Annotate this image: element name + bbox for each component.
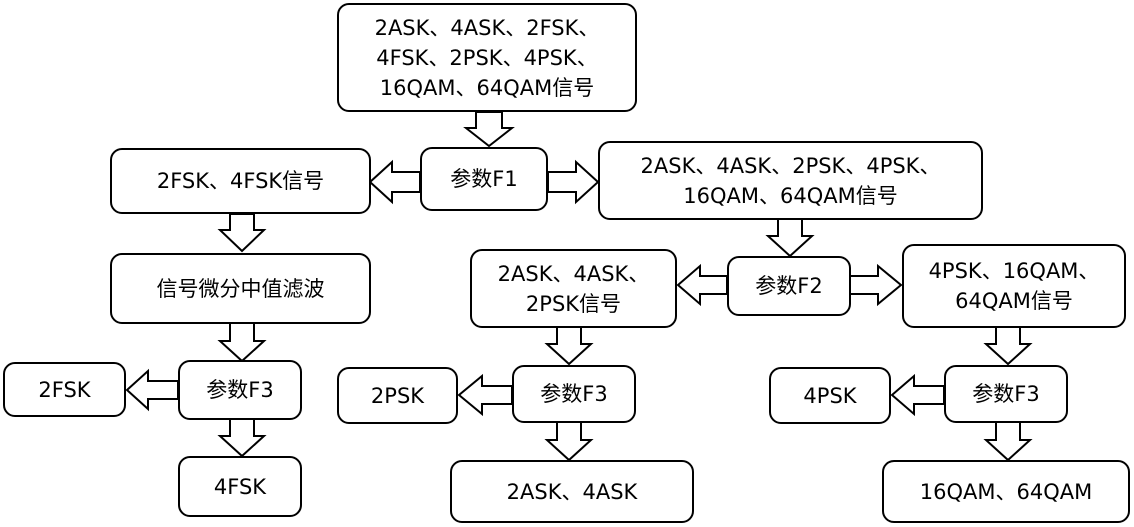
node-label: 4PSK、16QAM、 64QAM信号 [928,259,1100,313]
down-arrow [983,326,1033,366]
out-2ask-4ask-node: 2ASK、4ASK [450,460,694,523]
node-label: 参数F3 [540,382,608,406]
other-group-node: 2ASK、4ASK、2PSK、4PSK、 16QAM、64QAM信号 [598,141,983,220]
node-label: 2FSK、4FSK信号 [156,169,325,193]
param-f3-right-node: 参数F3 [944,365,1068,423]
filter-node: 信号微分中值滤波 [110,253,371,324]
node-label: 4PSK [803,383,857,408]
out-4psk-node: 4PSK [769,367,891,424]
ask-psk-group-node: 2ASK、4ASK、 2PSK信号 [470,249,677,328]
node-label: 2FSK [38,377,91,402]
left-arrow [125,368,179,412]
down-arrow [463,111,515,148]
node-label: 2ASK、4ASK、 2PSK信号 [497,261,650,316]
out-2psk-node: 2PSK [337,367,458,424]
node-label: 参数F3 [206,378,274,402]
out-16qam-64qam-node: 16QAM、64QAM [882,460,1130,523]
down-arrow [217,322,267,363]
input-signals-node: 2ASK、4ASK、2FSK、 4FSK、2PSK、4PSK、 16QAM、64… [337,3,637,112]
down-arrow [983,421,1033,462]
param-f2-node: 参数F2 [727,256,851,316]
left-arrow [890,373,945,417]
node-label: 参数F1 [450,167,518,191]
down-arrow [217,213,267,253]
left-arrow [368,159,421,205]
node-label: 参数F3 [972,382,1040,406]
down-arrow [765,218,815,258]
node-label: 信号微分中值滤波 [156,276,325,301]
node-label: 2PSK [370,383,425,408]
down-arrow [544,421,594,462]
node-label: 2ASK、4ASK [506,479,638,504]
node-label: 4FSK [213,474,267,499]
right-arrow [547,159,600,205]
out-4fsk-node: 4FSK [178,456,302,517]
param-f1-node: 参数F1 [420,147,548,211]
left-arrow [457,373,513,417]
out-2fsk-node: 2FSK [3,362,126,417]
psk-qam-group-node: 4PSK、16QAM、 64QAM信号 [902,244,1126,328]
param-f3-mid-node: 参数F3 [512,365,636,423]
param-f3-left-node: 参数F3 [178,360,302,420]
left-arrow [676,263,728,307]
right-arrow [849,263,903,307]
down-arrow [544,326,594,366]
node-label: 2ASK、4ASK、2PSK、4PSK、 16QAM、64QAM信号 [640,153,941,208]
down-arrow [217,418,267,458]
node-label: 参数F2 [755,274,823,298]
node-label: 16QAM、64QAM [919,479,1093,504]
node-label: 2ASK、4ASK、2FSK、 4FSK、2PSK、4PSK、 16QAM、64… [374,15,600,100]
fsk-group-node: 2FSK、4FSK信号 [110,148,371,214]
